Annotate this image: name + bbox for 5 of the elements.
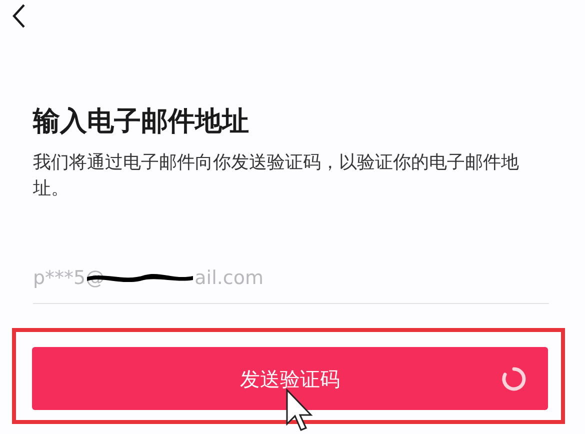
description-text: 我们将通过电子邮件向你发送验证码，以验证你的电子邮件地址。 bbox=[33, 151, 520, 201]
page-title: 输入电子邮件地址 bbox=[33, 105, 249, 139]
back-icon bbox=[12, 3, 26, 29]
email-text-end: ail.com bbox=[194, 266, 264, 292]
send-code-button[interactable]: 发送验证码 bbox=[32, 347, 548, 410]
